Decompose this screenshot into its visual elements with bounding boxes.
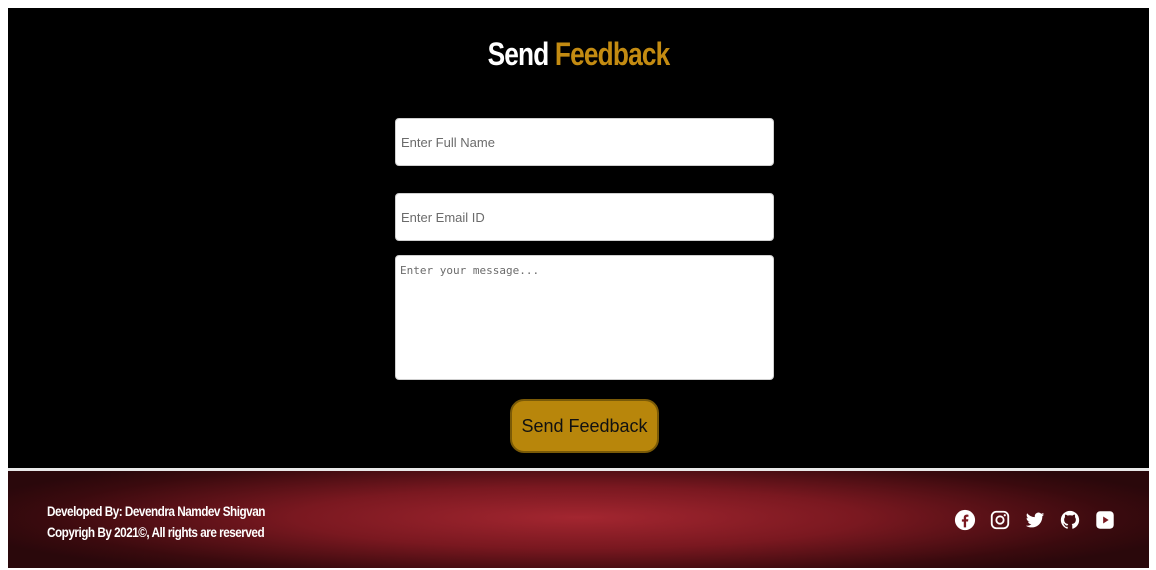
copyright-text: Copyrigh By 2021©, All rights are reserv… xyxy=(47,524,265,540)
facebook-icon[interactable] xyxy=(954,509,976,531)
email-input[interactable] xyxy=(395,193,774,241)
github-icon[interactable] xyxy=(1059,509,1081,531)
footer: Developed By: Devendra Namdev Shigvan Co… xyxy=(8,471,1149,568)
page: Send Feedback Send Feedback Developed By… xyxy=(8,8,1149,568)
full-name-input[interactable] xyxy=(395,118,774,166)
instagram-icon[interactable] xyxy=(989,509,1011,531)
title-send: Send xyxy=(487,36,550,72)
social-links xyxy=(954,509,1116,531)
page-title: Send Feedback xyxy=(111,36,1047,73)
youtube-icon[interactable] xyxy=(1094,509,1116,531)
title-feedback: Feedback xyxy=(554,36,670,72)
message-textarea[interactable] xyxy=(395,255,774,380)
developer-credit: Developed By: Devendra Namdev Shigvan xyxy=(47,503,265,519)
send-feedback-button[interactable]: Send Feedback xyxy=(510,399,659,453)
footer-credits: Developed By: Devendra Namdev Shigvan Co… xyxy=(47,501,265,543)
twitter-icon[interactable] xyxy=(1024,509,1046,531)
